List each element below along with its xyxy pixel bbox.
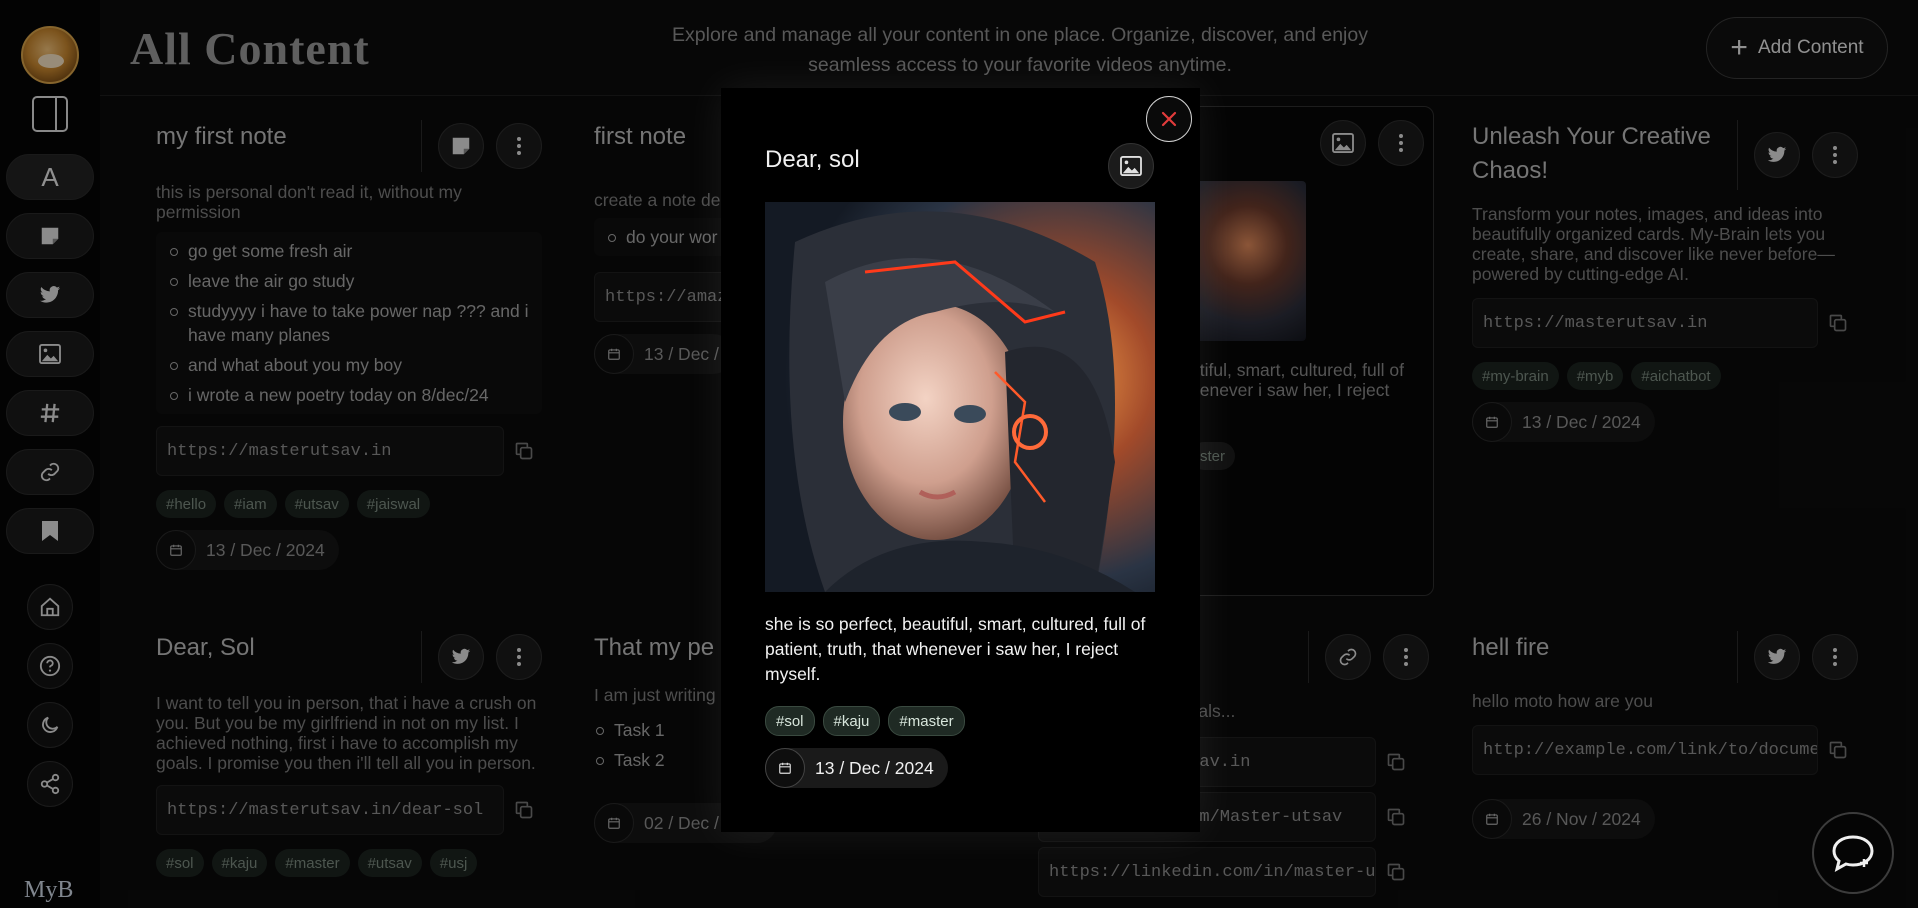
modal-type-image-button[interactable] — [1108, 143, 1154, 189]
chatbot-button[interactable] — [1812, 812, 1894, 894]
calendar-icon — [765, 748, 805, 788]
modal-date: 13 / Dec / 2024 — [765, 748, 948, 788]
image-icon — [1120, 156, 1142, 176]
content-detail-modal: Dear, sol she is so perfect, beautiful, … — [721, 88, 1200, 832]
modal-tags: #sol #kaju #master — [765, 706, 965, 736]
modal-close-button[interactable] — [1146, 96, 1192, 142]
chat-bubble-icon — [1832, 835, 1874, 872]
tag[interactable]: #sol — [765, 706, 815, 736]
modal-title: Dear, sol — [765, 146, 860, 173]
close-icon — [1161, 111, 1177, 127]
modal-date-text: 13 / Dec / 2024 — [815, 757, 934, 778]
tag[interactable]: #master — [888, 706, 965, 736]
modal-description: she is so perfect, beautiful, smart, cul… — [765, 614, 1146, 684]
tag[interactable]: #kaju — [822, 706, 881, 736]
modal-image — [765, 202, 1155, 592]
